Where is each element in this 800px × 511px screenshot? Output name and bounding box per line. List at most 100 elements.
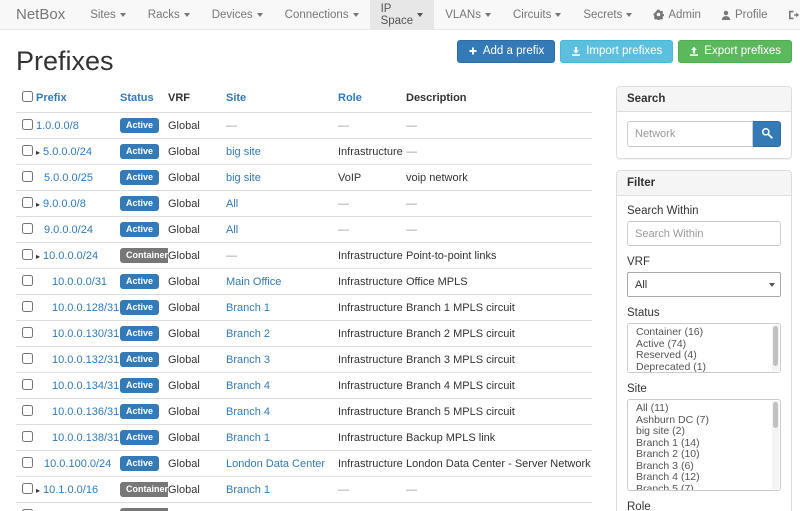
description-cell: voip network xyxy=(406,165,592,191)
site-option[interactable]: Branch 4 (12) xyxy=(628,472,780,484)
status-option[interactable]: Reserved (4) xyxy=(628,350,780,362)
column-header-prefix: Prefix xyxy=(36,86,120,113)
site-option[interactable]: Branch 5 (7) xyxy=(628,484,780,492)
site-link[interactable]: big site xyxy=(226,146,261,158)
row-checkbox[interactable] xyxy=(22,301,33,312)
row-checkbox[interactable] xyxy=(22,197,33,208)
status-scrollbar[interactable] xyxy=(772,325,779,371)
role-cell: Infrastructure xyxy=(338,425,406,451)
header-row: Prefixes Add a prefixImport prefixesExpo… xyxy=(8,30,792,86)
row-checkbox[interactable] xyxy=(22,405,33,416)
column-sort-link[interactable]: Site xyxy=(226,92,246,104)
prefix-link[interactable]: 10.0.0.130/31 xyxy=(52,328,119,340)
row-checkbox[interactable] xyxy=(22,483,33,494)
site-listbox[interactable]: All (11)Ashburn DC (7)big site (2)Branch… xyxy=(627,399,781,491)
nav-item-log-out[interactable]: Log out xyxy=(778,0,800,29)
prefix-link[interactable]: 10.0.100.0/24 xyxy=(44,458,111,470)
prefix-link[interactable]: 9.0.0.0/24 xyxy=(44,224,93,236)
site-link[interactable]: Branch 2 xyxy=(226,328,270,340)
description-cell: — xyxy=(406,217,592,243)
row-checkbox[interactable] xyxy=(22,145,33,156)
nav-item-ip-space[interactable]: IP Space xyxy=(370,0,435,29)
row-checkbox[interactable] xyxy=(22,431,33,442)
row-checkbox[interactable] xyxy=(22,275,33,286)
site-link[interactable]: Main Office xyxy=(226,276,281,288)
row-checkbox[interactable] xyxy=(22,457,33,468)
column-sort-link[interactable]: Role xyxy=(338,92,362,104)
search-input[interactable] xyxy=(627,121,753,147)
site-link[interactable]: Branch 1 xyxy=(226,484,270,496)
vrf-cell: Global xyxy=(168,191,226,217)
export-prefixes-button[interactable]: Export prefixes xyxy=(678,40,792,63)
import-prefixes-button[interactable]: Import prefixes xyxy=(560,40,673,63)
prefix-link[interactable]: 10.0.0.0/31 xyxy=(52,276,107,288)
site-link[interactable]: Branch 4 xyxy=(226,380,270,392)
nav-item-secrets[interactable]: Secrets xyxy=(572,0,643,29)
table-row: 10.0.0.130/31ActiveGlobalBranch 2Infrast… xyxy=(16,321,592,347)
status-badge: Active xyxy=(120,118,159,133)
column-sort-link[interactable]: Status xyxy=(120,92,154,104)
prefix-link[interactable]: 10.0.0.132/31 xyxy=(52,354,119,366)
nav-item-circuits[interactable]: Circuits xyxy=(502,0,572,29)
status-option[interactable]: Deprecated (1) xyxy=(628,362,780,374)
nav-item-admin[interactable]: Admin xyxy=(643,0,711,29)
vrf-cell: Global xyxy=(168,373,226,399)
vrf-cell: Global xyxy=(168,321,226,347)
site-link[interactable]: All xyxy=(226,224,238,236)
prefix-link[interactable]: 10.1.0.0/16 xyxy=(43,484,98,496)
prefix-link[interactable]: 5.0.0.0/25 xyxy=(44,172,93,184)
row-checkbox[interactable] xyxy=(22,327,33,338)
site-scrollbar[interactable] xyxy=(772,401,779,489)
site-option[interactable]: big site (2) xyxy=(628,426,780,438)
prefix-link[interactable]: 10.0.0.128/31 xyxy=(52,302,119,314)
status-option[interactable]: Container (16) xyxy=(628,327,780,339)
nav-item-connections[interactable]: Connections xyxy=(274,0,370,29)
search-button[interactable] xyxy=(753,121,781,147)
prefix-link[interactable]: 10.0.0.136/31 xyxy=(52,406,119,418)
row-checkbox[interactable] xyxy=(22,119,33,130)
vrf-cell: Global xyxy=(168,451,226,477)
nav-item-racks[interactable]: Racks xyxy=(137,0,201,29)
site-link[interactable]: big site xyxy=(226,172,261,184)
search-within-input[interactable] xyxy=(627,221,781,246)
site-link[interactable]: London Data Center xyxy=(226,458,325,470)
description-cell: Branch 1 MPLS circuit xyxy=(406,295,592,321)
select-all-checkbox[interactable] xyxy=(22,91,33,102)
site-option[interactable]: All (11) xyxy=(628,403,780,415)
site-link[interactable]: All xyxy=(226,198,238,210)
add-a-prefix-button[interactable]: Add a prefix xyxy=(457,40,555,63)
site-link[interactable]: Branch 3 xyxy=(226,354,270,366)
status-badge: Active xyxy=(120,274,159,289)
prefix-link[interactable]: 10.0.0.0/24 xyxy=(43,250,98,262)
status-listbox[interactable]: Container (16)Active (74)Reserved (4)Dep… xyxy=(627,323,781,373)
row-checkbox[interactable] xyxy=(22,223,33,234)
table-row: 1.0.0.0/8ActiveGlobal——— xyxy=(16,113,592,139)
nav-item-devices[interactable]: Devices xyxy=(201,0,274,29)
prefix-link[interactable]: 10.0.0.138/31 xyxy=(52,432,119,444)
nav-item-vlans[interactable]: VLANs xyxy=(434,0,502,29)
row-checkbox[interactable] xyxy=(22,171,33,182)
prefix-link[interactable]: 10.0.0.134/31 xyxy=(52,380,119,392)
table-row: 10.0.0.132/31ActiveGlobalBranch 3Infrast… xyxy=(16,347,592,373)
site-option[interactable]: Branch 2 (10) xyxy=(628,449,780,461)
nav-item-sites[interactable]: Sites xyxy=(79,0,137,29)
row-checkbox[interactable] xyxy=(22,353,33,364)
prefix-link[interactable]: 1.0.0.0/8 xyxy=(36,120,79,132)
column-sort-link[interactable]: Prefix xyxy=(36,92,67,104)
prefix-link[interactable]: 9.0.0.0/8 xyxy=(43,198,86,210)
vrf-select[interactable]: All xyxy=(627,272,781,297)
nav-item-profile[interactable]: Profile xyxy=(711,0,778,29)
row-checkbox[interactable] xyxy=(22,379,33,390)
prefix-link[interactable]: 5.0.0.0/24 xyxy=(43,146,92,158)
site-link[interactable]: Branch 1 xyxy=(226,432,270,444)
site-link[interactable]: Branch 4 xyxy=(226,406,270,418)
status-badge: Active xyxy=(120,326,159,341)
description-cell: — xyxy=(406,139,592,165)
row-checkbox[interactable] xyxy=(22,249,33,260)
role-cell: Infrastructure xyxy=(338,139,406,165)
table-row: 10.0.0.138/31ActiveGlobalBranch 1Infrast… xyxy=(16,425,592,451)
chevron-down-icon xyxy=(769,283,775,287)
brand[interactable]: NetBox xyxy=(0,0,79,29)
nav-item-label: Sites xyxy=(90,9,116,21)
site-link[interactable]: Branch 1 xyxy=(226,302,270,314)
